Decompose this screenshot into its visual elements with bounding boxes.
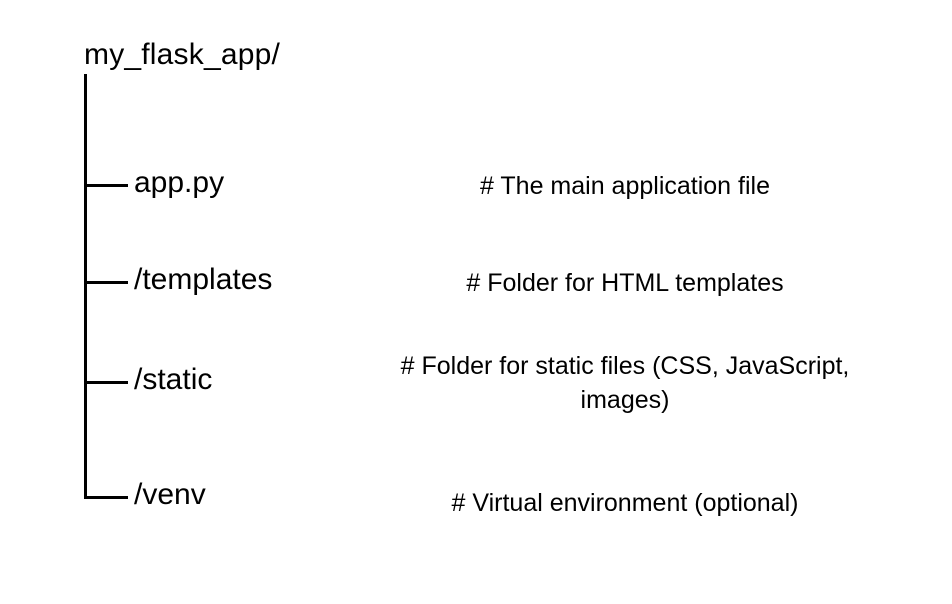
tree-trunk-line [84, 74, 87, 496]
folder-label-static: /static [134, 363, 212, 397]
tree-branch-connector [84, 381, 128, 384]
directory-tree-diagram: my_flask_app/ app.py # The main applicat… [0, 0, 952, 604]
folder-label-templates: /templates [134, 263, 272, 297]
tree-branch-connector [84, 496, 128, 499]
comment-app-py: # The main application file [400, 170, 850, 204]
root-folder-label: my_flask_app/ [84, 38, 280, 72]
tree-branch-connector [84, 184, 128, 187]
tree-branch-connector [84, 281, 128, 284]
file-label-app-py: app.py [134, 166, 224, 200]
folder-label-venv: /venv [134, 478, 206, 512]
comment-venv: # Virtual environment (optional) [400, 487, 850, 521]
comment-templates: # Folder for HTML templates [400, 267, 850, 301]
comment-static: # Folder for static files (CSS, JavaScri… [400, 350, 850, 418]
